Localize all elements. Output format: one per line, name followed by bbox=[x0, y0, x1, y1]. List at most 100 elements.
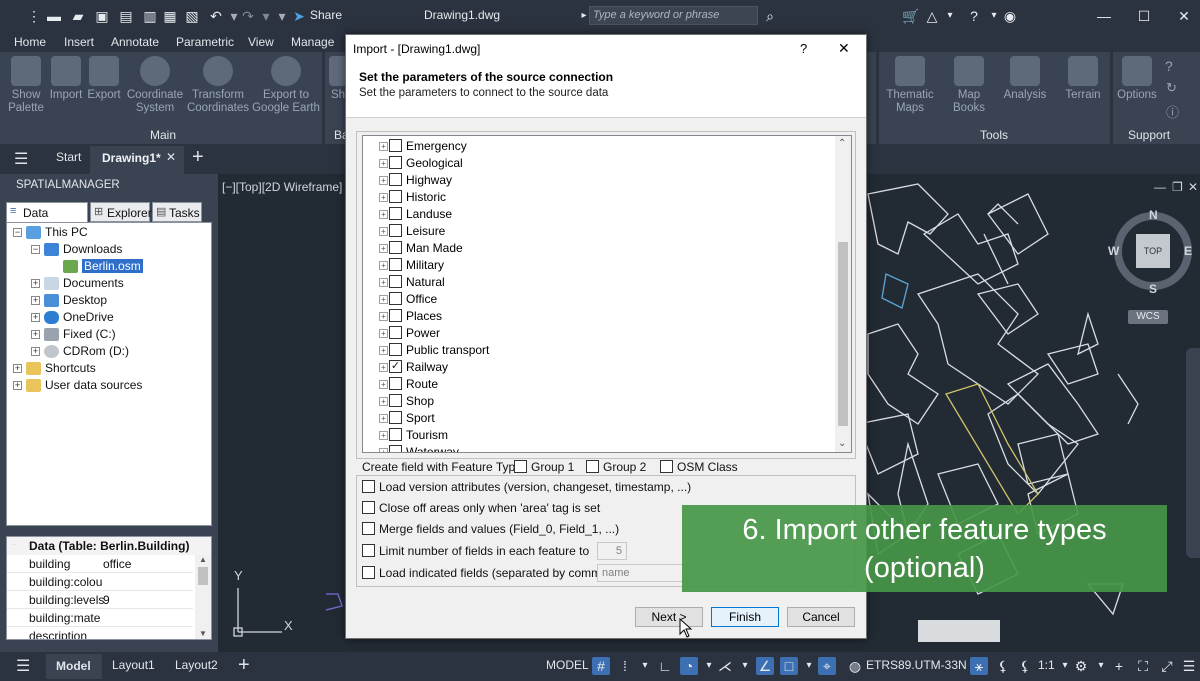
expand-icon[interactable]: + bbox=[379, 244, 388, 253]
view-cube-top[interactable]: TOP bbox=[1136, 234, 1170, 268]
location-icon[interactable]: ⌖ bbox=[818, 657, 836, 675]
scroll-thumb[interactable] bbox=[198, 567, 208, 585]
feature-row[interactable]: + Office bbox=[379, 291, 437, 308]
feature-row[interactable]: + Leisure bbox=[379, 223, 445, 240]
publish-icon[interactable]: ▦ bbox=[162, 8, 178, 24]
analysis-button[interactable]: Analysis bbox=[1000, 56, 1050, 102]
limit-fields-check-box[interactable] bbox=[362, 544, 375, 558]
tree-item-onedrive[interactable]: + OneDrive bbox=[31, 309, 114, 326]
feature-row[interactable]: + Public transport bbox=[379, 342, 489, 359]
model-space-button[interactable]: MODEL bbox=[546, 658, 589, 672]
workspace-gear-icon[interactable]: ⚙ bbox=[1072, 657, 1090, 675]
minimize-icon[interactable]: — bbox=[1096, 8, 1112, 24]
refresh-icon[interactable]: ↻ bbox=[1166, 80, 1177, 96]
search-icon[interactable]: ⌕ bbox=[762, 8, 778, 24]
tree-item-cdrom-d[interactable]: + CDRom (D:) bbox=[31, 343, 129, 360]
dialog-close-icon[interactable]: ✕ bbox=[838, 40, 850, 57]
close-areas-checkbox[interactable]: Close off areas only when 'area' tag is … bbox=[362, 500, 600, 516]
feature-checkbox[interactable] bbox=[389, 241, 402, 255]
object-snap-icon[interactable]: □ bbox=[780, 657, 798, 675]
viewport-restore-icon[interactable]: ❐ bbox=[1172, 180, 1183, 194]
expand-icon[interactable]: + bbox=[379, 431, 388, 440]
limit-fields-input[interactable]: 5 bbox=[597, 542, 627, 560]
feature-checkbox[interactable] bbox=[389, 275, 402, 289]
print-icon[interactable]: ▧ bbox=[184, 8, 200, 24]
feature-row[interactable]: + Man Made bbox=[379, 240, 463, 257]
command-line-fragment[interactable] bbox=[918, 620, 1000, 642]
grid-icon[interactable]: # bbox=[592, 657, 610, 675]
menu-home[interactable]: Home bbox=[14, 35, 46, 49]
indicated-fields-input[interactable]: name bbox=[597, 564, 687, 582]
undo-icon[interactable]: ↶ bbox=[208, 8, 224, 24]
cancel-button[interactable]: Cancel bbox=[787, 607, 855, 627]
data-row[interactable]: building office bbox=[7, 555, 193, 573]
feature-checkbox[interactable] bbox=[389, 428, 402, 442]
object-snap-tracking-icon[interactable]: ∠ bbox=[756, 657, 774, 675]
coordinate-system-label[interactable]: ETRS89.UTM-33N bbox=[866, 658, 967, 672]
tab-drawing1[interactable]: Drawing1* ✕ bbox=[90, 146, 184, 174]
close-window-icon[interactable]: ✕ bbox=[1176, 8, 1192, 24]
load-indicated-check-box[interactable] bbox=[362, 566, 375, 580]
group1-check-box[interactable] bbox=[514, 460, 527, 474]
ortho-icon[interactable]: ∟ bbox=[656, 657, 674, 675]
expand-icon[interactable]: + bbox=[379, 363, 388, 372]
export-button[interactable]: Export bbox=[86, 56, 122, 102]
tab-explorer[interactable]: ⊞ Explorer bbox=[90, 202, 152, 222]
scroll-down-icon[interactable]: ⌄ bbox=[838, 438, 846, 449]
menu-annotate[interactable]: Annotate bbox=[111, 35, 159, 49]
open-folder-icon[interactable]: ▰ bbox=[70, 8, 86, 24]
feature-list-scrollbar[interactable]: ⌃ ⌄ bbox=[835, 136, 851, 452]
app-menu-icon[interactable]: ⋮ bbox=[26, 8, 42, 24]
scroll-thumb[interactable] bbox=[838, 242, 848, 426]
import-button[interactable]: Import bbox=[46, 56, 86, 102]
expand-icon[interactable]: + bbox=[379, 193, 388, 202]
account-dropdown-icon[interactable]: ▾ bbox=[942, 8, 958, 24]
merge-fields-check-box[interactable] bbox=[362, 522, 375, 536]
transform-coordinates-button[interactable]: Transform Coordinates bbox=[186, 56, 250, 115]
wcs-button[interactable]: WCS bbox=[1128, 310, 1168, 324]
merge-fields-checkbox[interactable]: Merge fields and values (Field_0, Field_… bbox=[362, 521, 619, 537]
options-button[interactable]: Options bbox=[1114, 56, 1160, 102]
load-version-checkbox[interactable]: Load version attributes (version, change… bbox=[362, 479, 691, 495]
polar-icon[interactable]: ◔ bbox=[680, 657, 698, 675]
redo-icon[interactable]: ↷ bbox=[240, 8, 256, 24]
feature-row[interactable]: + Geological bbox=[379, 155, 463, 172]
finish-button[interactable]: Finish bbox=[711, 607, 779, 627]
tab-start[interactable]: Start bbox=[56, 150, 81, 164]
data-row[interactable]: building:levels 9 bbox=[7, 591, 193, 609]
feature-row[interactable]: + Tourism bbox=[379, 427, 448, 444]
feature-checkbox[interactable] bbox=[389, 309, 402, 323]
feature-row[interactable]: + Shop bbox=[379, 393, 434, 410]
feature-row[interactable]: + ✓ Railway bbox=[379, 359, 448, 376]
feature-row[interactable]: + Route bbox=[379, 376, 438, 393]
scroll-up-icon[interactable]: ⌃ bbox=[838, 138, 846, 149]
expand-icon[interactable]: + bbox=[379, 397, 388, 406]
show-palette-button[interactable]: Show Palette bbox=[6, 56, 46, 115]
expand-icon[interactable]: + bbox=[379, 380, 388, 389]
group2-checkbox[interactable]: Group 2 bbox=[586, 459, 646, 475]
feature-checkbox[interactable]: ✓ bbox=[389, 360, 402, 374]
data-row[interactable]: building:mate bbox=[7, 609, 193, 627]
share-icon[interactable]: ➤ bbox=[291, 8, 307, 24]
close-areas-check-box[interactable] bbox=[362, 501, 375, 515]
tree-item-downloads[interactable]: − Downloads bbox=[31, 241, 122, 258]
limit-fields-checkbox[interactable]: Limit number of fields in each feature t… bbox=[362, 543, 589, 559]
tab-layout1[interactable]: Layout1 bbox=[112, 658, 155, 672]
feature-checkbox[interactable] bbox=[389, 411, 402, 425]
feature-checkbox[interactable] bbox=[389, 156, 402, 170]
redo-dropdown-icon[interactable]: ▾ bbox=[258, 8, 274, 24]
tree-item-desktop[interactable]: + Desktop bbox=[31, 292, 107, 309]
menu-parametric[interactable]: Parametric bbox=[176, 35, 234, 49]
scroll-up-icon[interactable]: ▲ bbox=[199, 555, 207, 564]
settings-icon[interactable]: ◉ bbox=[1002, 8, 1018, 24]
feature-checkbox[interactable] bbox=[389, 207, 402, 221]
info-icon[interactable]: ⓘ bbox=[1166, 102, 1179, 121]
coordinate-globe-icon[interactable]: ◍ bbox=[846, 657, 864, 675]
plus-icon[interactable]: + bbox=[1110, 657, 1128, 675]
search-box[interactable]: Type a keyword or phrase bbox=[589, 6, 758, 25]
feature-checkbox[interactable] bbox=[389, 139, 402, 153]
isodraft-dropdown-icon[interactable]: ▾ bbox=[736, 657, 754, 675]
search-input[interactable]: Type a keyword or phrase bbox=[593, 9, 719, 21]
feature-checkbox[interactable] bbox=[389, 377, 402, 391]
feature-row[interactable]: + Emergency bbox=[379, 138, 467, 155]
